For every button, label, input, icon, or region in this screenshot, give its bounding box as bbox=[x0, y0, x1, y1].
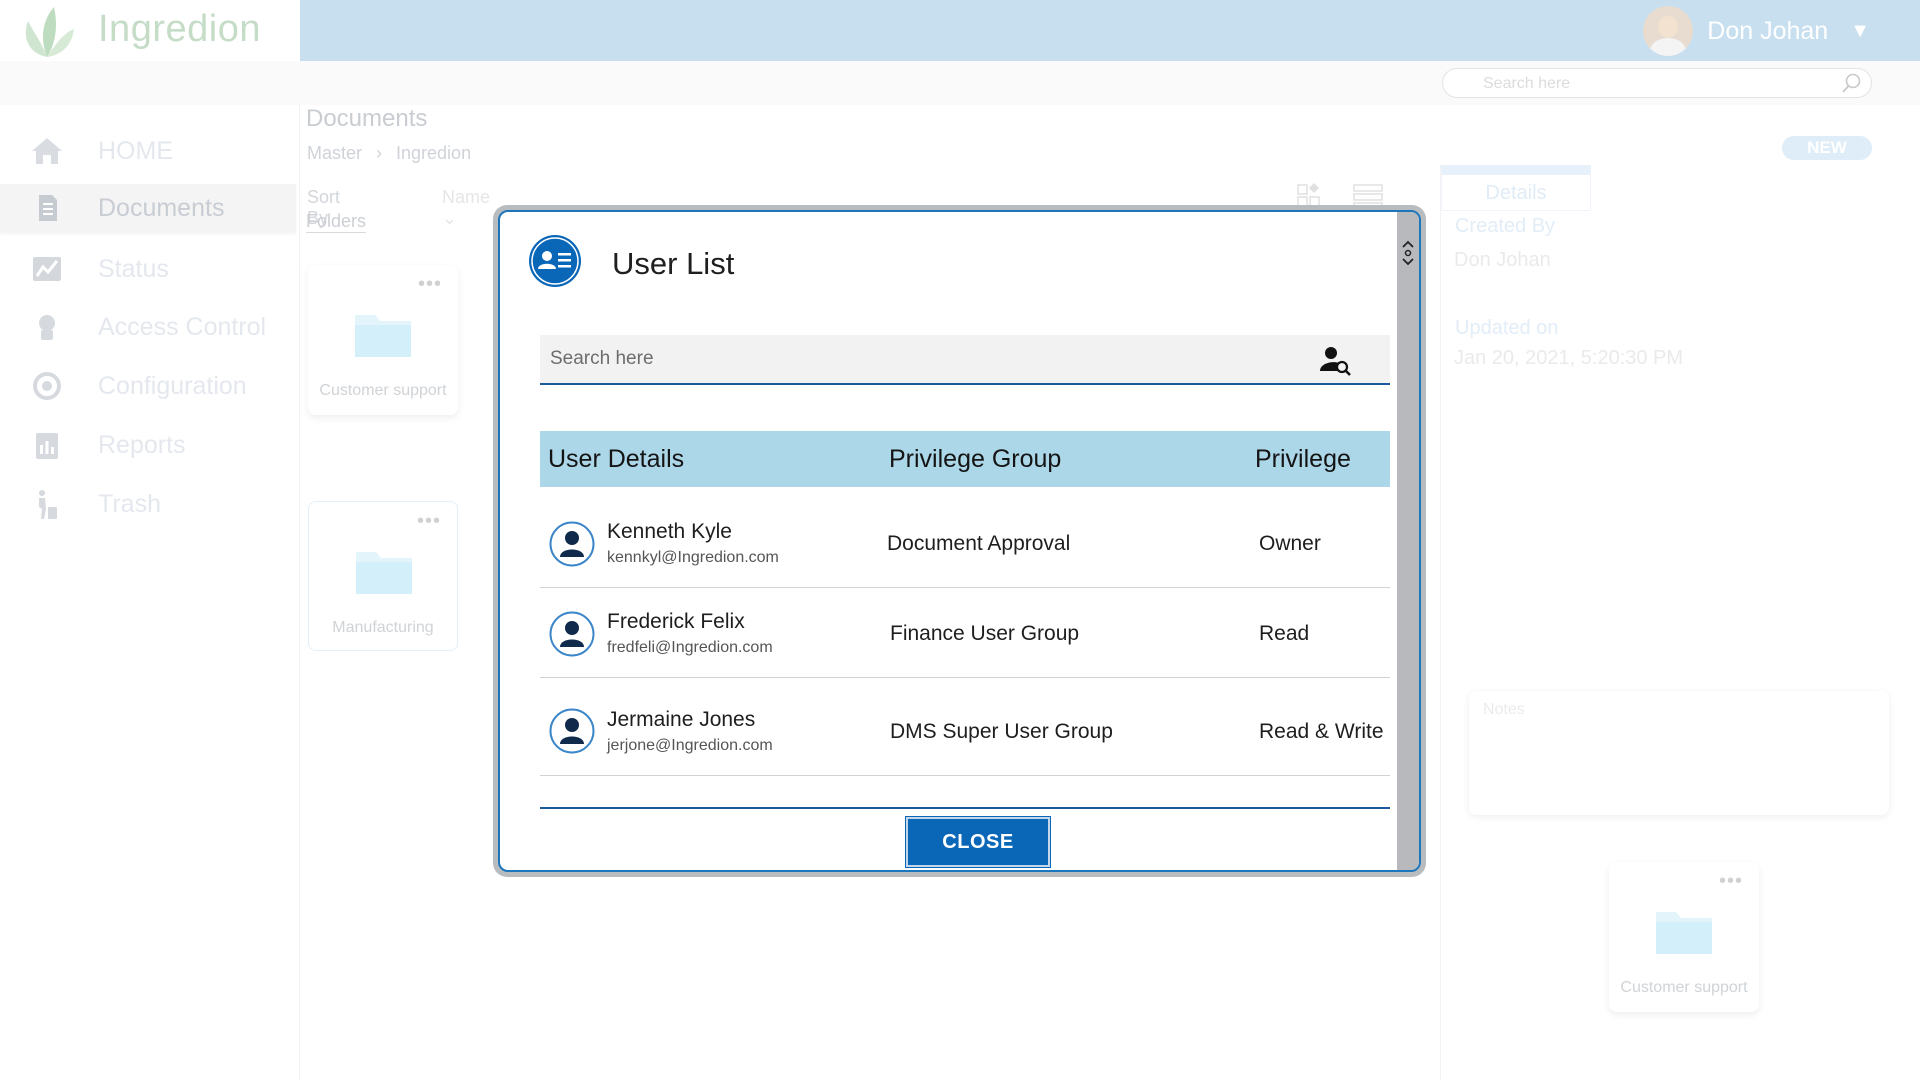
global-search bbox=[1442, 68, 1872, 98]
privilege: Read & Write bbox=[1259, 720, 1384, 743]
sidebar-item-home[interactable]: HOME bbox=[0, 127, 296, 175]
sidebar-item-trash[interactable]: Trash bbox=[0, 480, 296, 528]
notes-label: Notes bbox=[1483, 701, 1525, 718]
sidebar-item-configuration[interactable]: Configuration bbox=[0, 362, 296, 410]
privilege: Owner bbox=[1259, 532, 1321, 555]
privilege-group: Document Approval bbox=[887, 532, 1071, 555]
access-control-icon bbox=[39, 315, 55, 340]
page-title: Documents bbox=[306, 105, 428, 132]
reports-icon bbox=[36, 433, 58, 459]
topbar: Don Johan ▼ bbox=[300, 0, 1920, 61]
column-header-user-details: User Details bbox=[548, 445, 685, 473]
breadcrumb: Master › Ingredion bbox=[307, 143, 471, 164]
user-email: kennkyl@Ingredion.com bbox=[607, 549, 779, 566]
folder-name: Manufacturing bbox=[332, 619, 434, 636]
tab-details[interactable]: Details bbox=[1441, 165, 1591, 211]
updated-on-label: Updated on bbox=[1455, 317, 1559, 339]
column-header-privilege-group: Privilege Group bbox=[889, 445, 1062, 473]
new-button[interactable]: NEW bbox=[1782, 136, 1872, 160]
table-row[interactable]: Kenneth Kyle kennkyl@Ingredion.com Docum… bbox=[540, 498, 1390, 588]
user-list-icon bbox=[529, 235, 581, 287]
created-by-label: Created By bbox=[1455, 215, 1556, 237]
global-search-input[interactable] bbox=[1483, 74, 1823, 94]
sidebar-item-label: HOME bbox=[98, 136, 173, 165]
user-search bbox=[540, 335, 1390, 385]
user-avatar-icon bbox=[549, 708, 595, 754]
grid-view-icon[interactable] bbox=[1297, 183, 1320, 207]
breadcrumb-item-master[interactable]: Master bbox=[307, 143, 362, 164]
folder-icon bbox=[355, 315, 411, 357]
footer-divider bbox=[540, 807, 1390, 809]
sidebar-item-access-control[interactable]: Access Control bbox=[0, 303, 296, 351]
column-header-privilege: Privilege bbox=[1255, 445, 1351, 473]
user-list-dialog-frame: User List User Details Privilege Group P… bbox=[493, 205, 1426, 877]
notes-box[interactable]: Notes bbox=[1469, 691, 1889, 815]
close-button[interactable]: CLOSE bbox=[906, 817, 1050, 867]
updated-on-value: Jan 20, 2021, 5:20:30 PM bbox=[1454, 347, 1684, 369]
ingredion-logo-icon bbox=[25, 7, 74, 57]
user-avatar-icon bbox=[549, 521, 595, 567]
tab-details-label: Details bbox=[1485, 182, 1547, 204]
sidebar-item-label: Access Control bbox=[98, 312, 267, 341]
privilege-group: DMS Super User Group bbox=[890, 720, 1113, 743]
folder-name: Customer support bbox=[319, 382, 447, 399]
sidebar-item-label: Documents bbox=[98, 193, 225, 222]
user-email: jerjone@Ingredion.com bbox=[607, 737, 773, 754]
sidebar-item-label: Status bbox=[98, 254, 169, 283]
dialog-title: User List bbox=[612, 246, 735, 281]
document-icon bbox=[39, 195, 57, 221]
created-by-value: Don Johan bbox=[1454, 249, 1551, 271]
user-name: Kenneth Kyle bbox=[607, 520, 732, 543]
sidebar-item-label: Configuration bbox=[98, 371, 247, 400]
folder-card[interactable]: ••• Customer support bbox=[308, 265, 458, 415]
trash-icon bbox=[39, 490, 57, 519]
user-search-input[interactable] bbox=[550, 345, 1310, 373]
folders-tab[interactable]: Folders bbox=[306, 211, 367, 233]
folder-name: Customer support bbox=[1620, 979, 1748, 996]
home-icon bbox=[32, 138, 62, 164]
user-avatar bbox=[1643, 6, 1694, 56]
user-name: Jermaine Jones bbox=[607, 708, 756, 731]
table-row[interactable]: Frederick Felix fredfeli@Ingredion.com F… bbox=[540, 588, 1390, 678]
table-row[interactable]: Jermaine Jones jerjone@Ingredion.com DMS… bbox=[540, 678, 1390, 776]
privilege-group: Finance User Group bbox=[890, 622, 1080, 645]
user-email: fredfeli@Ingredion.com bbox=[607, 639, 773, 656]
user-list-dialog: User List User Details Privilege Group P… bbox=[498, 210, 1421, 872]
brand-name: Ingredion bbox=[98, 8, 261, 50]
more-options-icon[interactable]: ••• bbox=[1719, 870, 1743, 893]
configuration-icon bbox=[33, 372, 61, 400]
user-avatar-icon bbox=[549, 611, 595, 657]
search-icon[interactable] bbox=[1841, 72, 1863, 94]
sidebar-item-documents[interactable]: Documents bbox=[0, 184, 296, 232]
sidebar: HOME Documents Status Access Control Con… bbox=[0, 105, 300, 1080]
details-panel: Details Created By Don Johan Updated on … bbox=[1440, 165, 1920, 1080]
user-name: Frederick Felix bbox=[607, 610, 745, 633]
scroll-handle-icon[interactable] bbox=[1399, 238, 1417, 268]
sidebar-item-reports[interactable]: Reports bbox=[0, 421, 296, 469]
more-options-icon[interactable]: ••• bbox=[418, 273, 442, 296]
sidebar-item-label: Reports bbox=[98, 430, 186, 459]
brand: Ingredion bbox=[0, 0, 300, 61]
modal-scrollbar[interactable] bbox=[1397, 212, 1419, 870]
caret-down-icon[interactable]: ▼ bbox=[1850, 20, 1870, 43]
user-search-icon[interactable] bbox=[1318, 343, 1352, 377]
privilege: Read bbox=[1259, 622, 1310, 645]
status-chart-icon bbox=[33, 257, 61, 281]
user-name: Don Johan bbox=[1707, 16, 1829, 45]
folder-card[interactable]: ••• Manufacturing bbox=[308, 501, 458, 651]
sidebar-item-status[interactable]: Status bbox=[0, 245, 296, 293]
sidebar-item-label: Trash bbox=[98, 489, 161, 518]
folder-icon bbox=[356, 552, 412, 594]
table-header: User Details Privilege Group Privilege bbox=[540, 431, 1390, 487]
breadcrumb-item-ingredion[interactable]: Ingredion bbox=[396, 143, 471, 164]
sort-select[interactable]: Name ⌄ bbox=[442, 187, 490, 229]
breadcrumb-separator: › bbox=[376, 143, 383, 163]
folder-card[interactable]: ••• Customer support bbox=[1609, 862, 1759, 1012]
user-menu[interactable]: Don Johan ▼ bbox=[1643, 6, 1870, 56]
more-options-icon[interactable]: ••• bbox=[417, 510, 441, 533]
folder-icon bbox=[1656, 912, 1712, 954]
